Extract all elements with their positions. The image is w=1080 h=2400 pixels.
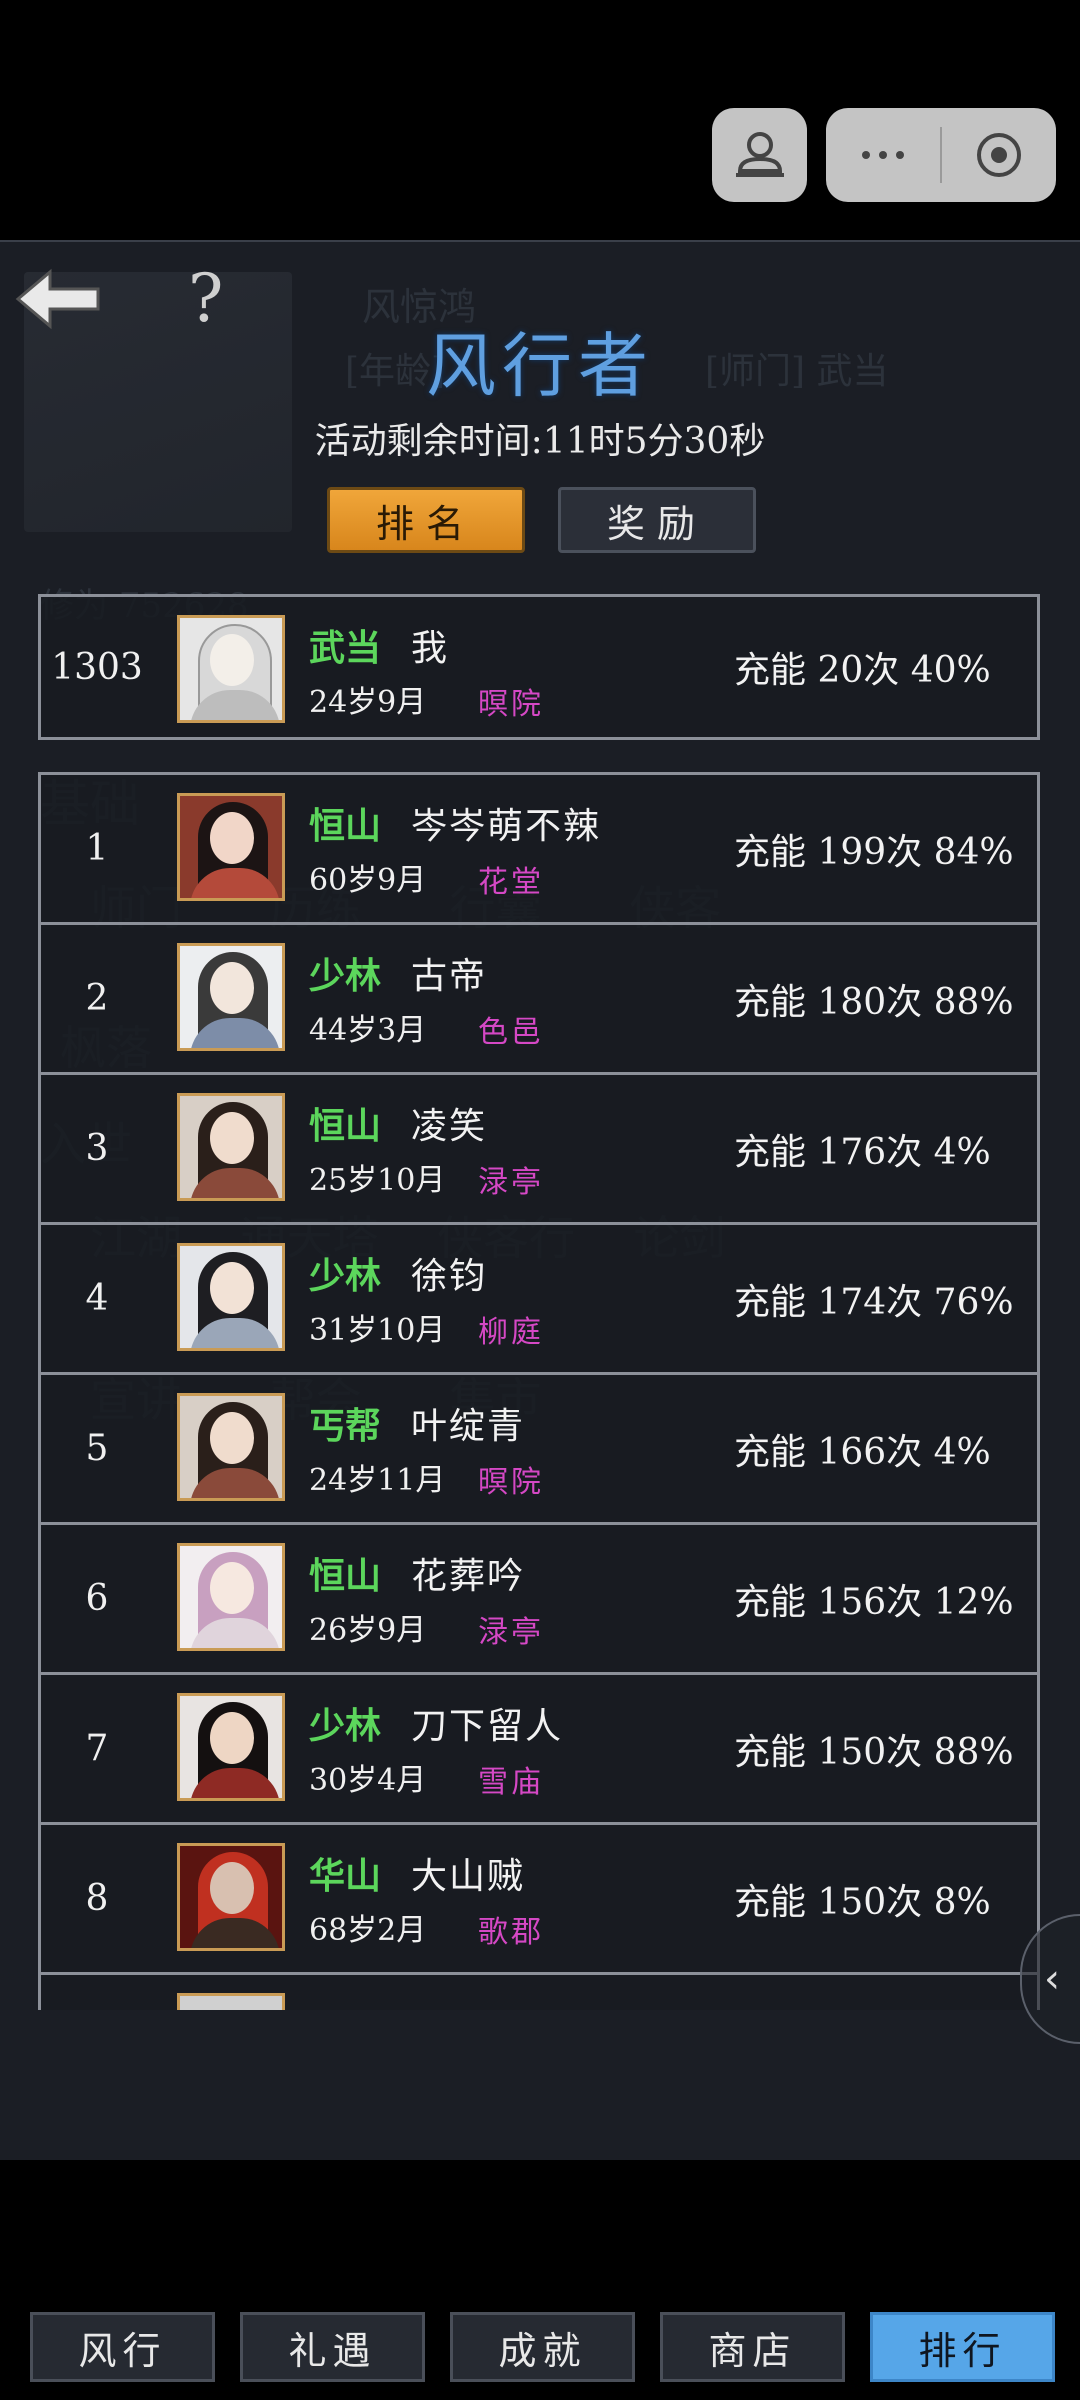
player-location: 渌亭 [478,1615,544,1650]
profile-capsule-button[interactable] [712,108,807,202]
list-item[interactable]: 1 恒山 岑岑萌不辣 60岁9月 花堂 充能 199次 84% [41,772,1037,922]
avatar[interactable] [177,1843,285,1951]
sect-label: 华山 [309,1855,382,1897]
list-item[interactable]: 4 少林 徐钧 31岁10月 柳庭 充能 174次 76% [41,1222,1037,1372]
player-location: 暝院 [478,687,544,722]
charge-stat: 充能 180次 88% [734,981,1014,1023]
game-panel: 风惊鸿 [年龄] [师门] 武当 修为 752628 基础 师门 历练 行囊 侠… [0,240,1080,2382]
player-name: 我 [411,628,450,669]
player-name: 岑岑萌不辣 [411,806,602,847]
avatar[interactable] [177,793,285,901]
rank-number: 7 [85,1728,109,1769]
tab-rank[interactable]: 排名 [327,487,525,553]
player-name: 凌笑 [411,1106,488,1147]
sect-label: 武当 [309,627,382,669]
tab-reward[interactable]: 奖励 [558,487,756,553]
sect-label: 少林 [309,1255,382,1297]
rank-number: 2 [85,978,109,1019]
list-item-partial[interactable] [41,1972,1037,2010]
rank-number: 5 [85,1428,109,1469]
nav-paihang[interactable]: 排行 [870,2312,1055,2382]
player-age: 26岁9月 [309,1613,427,1648]
player-age: 30岁4月 [309,1763,427,1798]
record-target-icon [977,133,1021,177]
charge-stat: 充能 176次 4% [734,1131,991,1173]
player-age: 25岁10月 [309,1163,446,1198]
more-button[interactable] [826,108,940,202]
sect-label: 恒山 [309,1555,382,1597]
close-miniprogram-button[interactable] [942,108,1056,202]
list-item[interactable]: 3 恒山 凌笑 25岁10月 渌亭 充能 176次 4% [41,1072,1037,1222]
avatar[interactable] [177,1993,285,2010]
rank-number: 1 [85,828,109,869]
player-location: 歌郡 [478,1915,544,1950]
avatar[interactable] [177,1093,285,1201]
player-name: 花葬吟 [411,1556,526,1597]
charge-stat: 充能 150次 8% [734,1881,991,1923]
player-age: 31岁10月 [309,1313,446,1348]
sect-label: 恒山 [309,805,382,847]
bottom-nav: 风行 礼遇 成就 商店 排行 [0,2312,1080,2392]
nav-fengxing[interactable]: 风行 [30,2312,215,2382]
list-item[interactable]: 7 少林 刀下留人 30岁4月 雪庙 充能 150次 88% [41,1672,1037,1822]
rank-number: 4 [85,1278,109,1319]
list-item[interactable]: 6 恒山 花葬吟 26岁9月 渌亭 充能 156次 12% [41,1522,1037,1672]
menu-capsule [826,108,1056,202]
ranking-list[interactable]: 1 恒山 岑岑萌不辣 60岁9月 花堂 充能 199次 84% 2 少林 古帝 … [38,772,1040,2010]
player-name: 徐钧 [411,1256,488,1297]
player-location: 柳庭 [478,1315,544,1350]
player-age: 24岁9月 [309,685,427,720]
avatar[interactable] [177,1693,285,1801]
page-title: 风行者 [426,325,654,407]
player-location: 渌亭 [478,1165,544,1200]
list-item[interactable]: 5 丐帮 叶绽青 24岁11月 暝院 充能 166次 4% [41,1372,1037,1522]
charge-stat: 充能 20次 40% [734,650,991,691]
charge-stat: 充能 174次 76% [734,1281,1014,1323]
avatar[interactable] [177,1543,285,1651]
event-timer: 活动剩余时间:11时5分30秒 [314,421,766,462]
nav-liyu[interactable]: 礼遇 [240,2312,425,2382]
more-dots-icon [862,151,904,159]
sect-label: 恒山 [309,1105,382,1147]
player-age: 24岁11月 [309,1463,446,1498]
sect-label: 少林 [309,1705,382,1747]
player-name: 古帝 [411,956,488,997]
charge-stat: 充能 166次 4% [734,1431,991,1473]
player-age: 44岁3月 [309,1013,427,1048]
player-name: 叶绽青 [411,1406,526,1447]
charge-stat: 充能 156次 12% [734,1581,1014,1623]
avatar[interactable] [177,1243,285,1351]
avatar[interactable] [177,615,285,723]
sect-label: 丐帮 [309,1405,382,1447]
my-rank-row: 1303 武当 我 24岁9月 暝院 充能 20次 40% [38,594,1040,740]
nav-shangdian[interactable]: 商店 [660,2312,845,2382]
player-name: 大山贼 [411,1856,526,1897]
player-location: 花堂 [478,865,544,900]
nav-chengjiu[interactable]: 成就 [450,2312,635,2382]
player-location: 雪庙 [478,1765,544,1800]
list-item[interactable]: 2 少林 古帝 44岁3月 色邑 充能 180次 88% [41,922,1037,1072]
rank-number: 1303 [51,646,143,688]
chevron-left-icon: ‹ [1044,1956,1060,2002]
player-age: 60岁9月 [309,863,427,898]
charge-stat: 充能 150次 88% [734,1731,1014,1773]
sect-label: 少林 [309,955,382,997]
rank-number: 6 [85,1578,109,1619]
avatar[interactable] [177,943,285,1051]
avatar[interactable] [177,1393,285,1501]
list-item[interactable]: 8 华山 大山贼 68岁2月 歌郡 充能 150次 8% [41,1822,1037,1972]
player-location: 暝院 [478,1465,544,1500]
user-icon [735,132,784,177]
player-location: 色邑 [478,1015,544,1050]
player-age: 68岁2月 [309,1913,427,1948]
rank-number: 8 [85,1878,109,1919]
rank-number: 3 [85,1128,109,1169]
charge-stat: 充能 199次 84% [734,831,1014,873]
player-name: 刀下留人 [411,1706,564,1747]
